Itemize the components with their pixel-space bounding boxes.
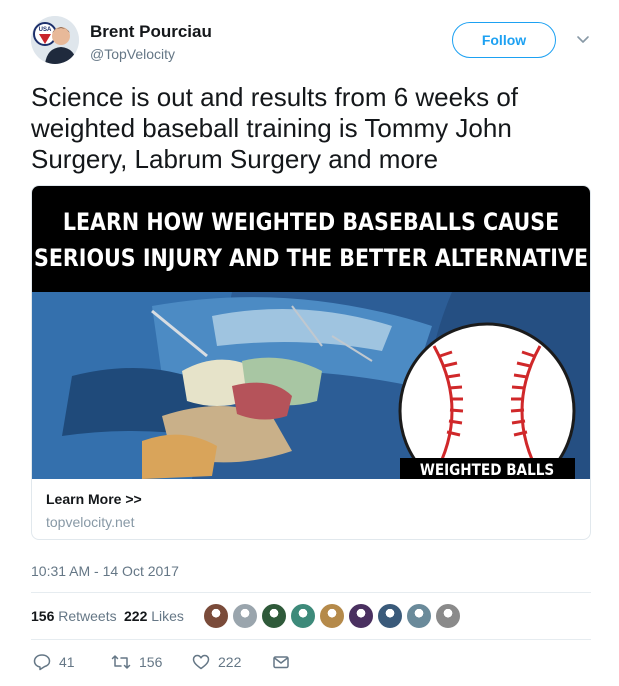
likes-label: Likes <box>151 608 184 624</box>
card-image-caption: WEIGHTED BALLS <box>420 461 554 479</box>
link-card[interactable]: LEARN HOW WEIGHTED BASEBALLS CAUSE SERIO… <box>31 185 591 540</box>
liker-avatar[interactable] <box>232 603 258 629</box>
heart-icon <box>192 654 210 670</box>
retweets-stat[interactable]: 156 Retweets <box>31 608 117 624</box>
card-headline-line1: LEARN HOW WEIGHTED BASEBALLS CAUSE <box>63 209 559 237</box>
card-title-link[interactable]: Learn More >> <box>46 491 142 507</box>
reply-icon <box>33 654 51 671</box>
like-count: 222 <box>218 654 242 670</box>
tweet-timestamp[interactable]: 10:31 AM - 14 Oct 2017 <box>31 563 179 579</box>
card-image[interactable]: LEARN HOW WEIGHTED BASEBALLS CAUSE SERIO… <box>32 186 590 479</box>
likes-count: 222 <box>124 608 148 624</box>
author-avatar[interactable]: USA <box>31 16 79 64</box>
envelope-icon <box>273 656 289 669</box>
retweets-label: Retweets <box>58 608 117 624</box>
retweet-icon <box>111 655 131 669</box>
liker-avatar[interactable] <box>203 603 229 629</box>
divider-bottom <box>31 639 591 640</box>
likes-stat[interactable]: 222 Likes <box>124 608 184 624</box>
liker-avatar[interactable] <box>319 603 345 629</box>
liker-avatar[interactable] <box>290 603 316 629</box>
divider-top <box>31 592 591 593</box>
more-options-chevron-down-icon[interactable] <box>574 30 592 48</box>
retweet-button[interactable]: 156 <box>111 650 162 674</box>
retweet-count: 156 <box>139 654 163 670</box>
liker-avatar[interactable] <box>435 603 461 629</box>
liker-avatar[interactable] <box>377 603 403 629</box>
card-domain: topvelocity.net <box>46 514 135 530</box>
reply-count: 41 <box>59 654 75 670</box>
like-button[interactable]: 222 <box>192 650 241 674</box>
author-handle[interactable]: @TopVelocity <box>90 46 175 62</box>
retweets-count: 156 <box>31 608 55 624</box>
avatar-image: USA <box>31 16 79 64</box>
card-headline-line2: SERIOUS INJURY AND THE BETTER ALTERNATIV… <box>34 245 588 273</box>
reply-button[interactable]: 41 <box>33 650 75 674</box>
liker-avatar[interactable] <box>261 603 287 629</box>
direct-message-button[interactable] <box>272 650 290 674</box>
liker-avatar[interactable] <box>348 603 374 629</box>
avatar-badge-text: USA <box>39 27 52 33</box>
liker-avatar[interactable] <box>406 603 432 629</box>
follow-button[interactable]: Follow <box>452 22 556 58</box>
author-name[interactable]: Brent Pourciau <box>90 22 212 42</box>
card-banner <box>32 186 590 292</box>
tweet-header: USA Brent Pourciau @TopVelocity Follow <box>0 0 619 80</box>
tweet-text: Science is out and results from 6 weeks … <box>31 82 519 174</box>
